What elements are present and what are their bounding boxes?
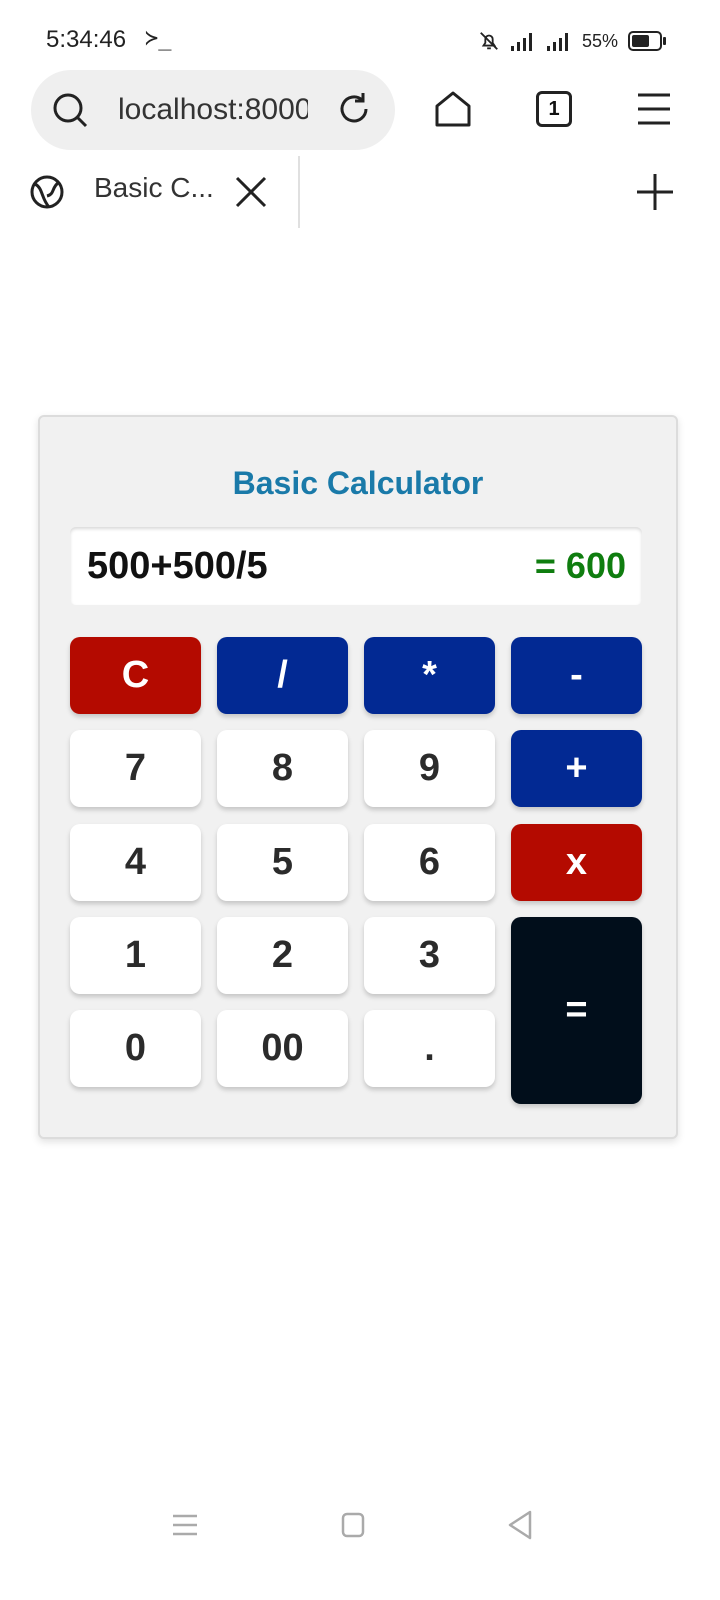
equals-button[interactable]: = — [511, 917, 642, 1104]
digit-8-button[interactable]: 8 — [217, 730, 348, 807]
url-text[interactable]: localhost:8000 — [118, 90, 308, 130]
digit-7-button[interactable]: 7 — [70, 730, 201, 807]
digit-0-button[interactable]: 0 — [70, 1010, 201, 1087]
home-icon[interactable] — [434, 90, 472, 128]
signal-icon — [510, 30, 536, 52]
result-text: = 600 — [534, 545, 626, 586]
tab-divider — [298, 156, 300, 228]
plus-button[interactable]: + — [511, 730, 642, 807]
globe-icon — [29, 174, 65, 210]
back-icon[interactable] — [507, 1510, 533, 1540]
digit-6-button[interactable]: 6 — [364, 824, 495, 901]
minus-button[interactable]: - — [511, 637, 642, 714]
battery-icon — [628, 31, 666, 51]
digit-1-button[interactable]: 1 — [70, 917, 201, 994]
tabs-icon[interactable]: 1 — [536, 91, 572, 127]
menu-icon[interactable] — [636, 92, 672, 126]
backspace-button[interactable]: x — [511, 824, 642, 901]
reload-icon[interactable] — [336, 91, 372, 127]
terminal-icon: ≻_ — [145, 26, 172, 51]
decimal-button[interactable]: . — [364, 1010, 495, 1087]
bell-off-icon — [478, 30, 500, 52]
signal-icon — [546, 30, 572, 52]
multiply-button[interactable]: * — [364, 637, 495, 714]
status-icons: 55% — [478, 30, 666, 52]
digit-3-button[interactable]: 3 — [364, 917, 495, 994]
digit-9-button[interactable]: 9 — [364, 730, 495, 807]
clear-button[interactable]: C — [70, 637, 201, 714]
close-icon[interactable] — [235, 176, 267, 208]
expression-text: 500+500/5 — [87, 545, 268, 587]
digit-2-button[interactable]: 2 — [217, 917, 348, 994]
recents-icon[interactable] — [172, 1512, 198, 1538]
home-nav-icon[interactable] — [341, 1512, 365, 1538]
tab-title[interactable]: Basic C... — [94, 172, 214, 204]
status-time: 5:34:46 — [46, 26, 127, 53]
divide-button[interactable]: / — [217, 637, 348, 714]
calculator-title: Basic Calculator — [232, 465, 484, 501]
plus-icon[interactable] — [637, 174, 673, 210]
double-zero-button[interactable]: 00 — [217, 1010, 348, 1087]
digit-4-button[interactable]: 4 — [70, 824, 201, 901]
battery-percent: 55% — [581, 30, 618, 51]
search-icon[interactable] — [52, 92, 88, 128]
digit-5-button[interactable]: 5 — [217, 824, 348, 901]
